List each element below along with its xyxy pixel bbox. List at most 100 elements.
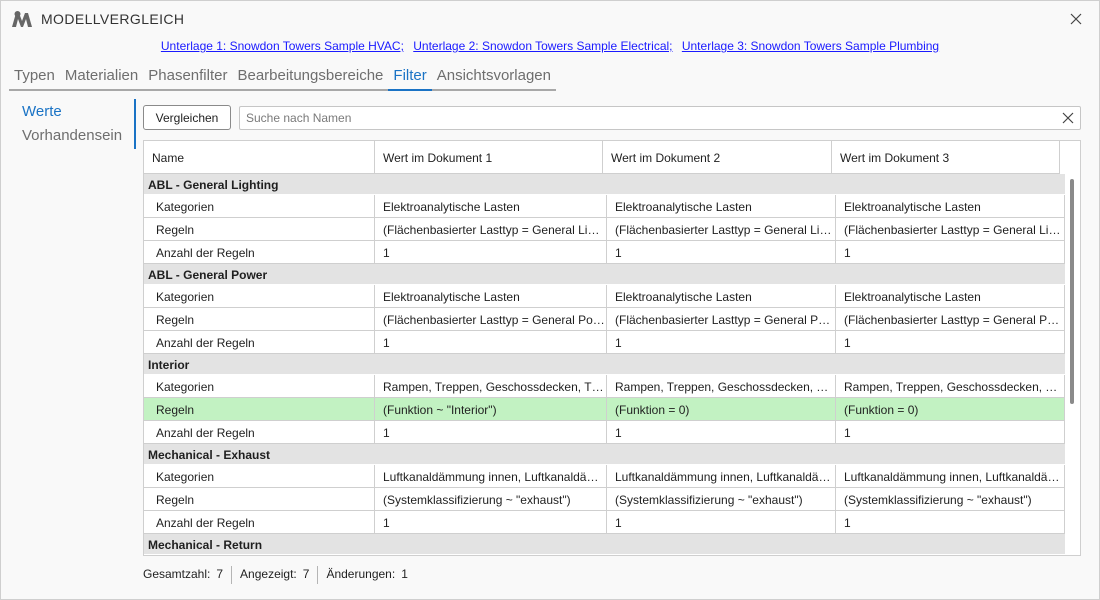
title-bar: MODELLVERGLEICH (1, 1, 1099, 37)
document-link-3[interactable]: Unterlage 3: Snowdon Towers Sample Plumb… (682, 39, 939, 53)
close-button[interactable] (1063, 7, 1089, 31)
value-cell-doc2: Luftkanaldämmung innen, Luftkanaldä… (607, 465, 836, 487)
table-row[interactable]: Kategorien Elektroanalytische Lasten Elekt… (144, 285, 1065, 308)
table-body: ABL - General Lighting Kategorien Elektroa… (144, 174, 1065, 556)
value-cell-doc3: 1 (836, 331, 1065, 353)
search-box (239, 106, 1081, 130)
table-row[interactable]: Anzahl der Regeln 1 1 1 (144, 511, 1065, 534)
row-name-cell: Regeln (144, 488, 375, 510)
value-cell-doc1: Elektroanalytische Lasten (375, 195, 607, 217)
value-cell-doc3: (Flächenbasierter Lasttyp = General Lig… (836, 218, 1065, 240)
value-cell-doc3: Rampen, Treppen, Geschossdecken, Tür… (836, 375, 1065, 397)
status-changes-label: Änderungen: (326, 567, 396, 581)
value-cell-doc3: Luftkanaldämmung innen, Luftkanaldä… (836, 465, 1065, 487)
value-cell-doc3: 1 (836, 421, 1065, 443)
value-cell-doc2: 1 (607, 331, 836, 353)
row-name-cell: Regeln (144, 308, 375, 330)
table-row[interactable]: Anzahl der Regeln 1 1 1 (144, 421, 1065, 444)
value-cell-doc1 (375, 555, 607, 556)
table-row[interactable] (144, 555, 1065, 556)
value-cell-doc2: (Systemklassifizierung ~ "exhaust") (607, 488, 836, 510)
comparison-table: Name Wert im Dokument 1 Wert im Dokument… (143, 140, 1081, 556)
row-name-cell: Kategorien (144, 465, 375, 487)
table-row[interactable]: Regeln (Flächenbasierter Lasttyp = Genera… (144, 308, 1065, 331)
table-row[interactable]: Kategorien Elektroanalytische Lasten Elekt… (144, 195, 1065, 218)
value-cell-doc2: (Funktion = 0) (607, 398, 836, 420)
table-header: Name Wert im Dokument 1 Wert im Dokument… (144, 141, 1060, 174)
model-compare-window: MODELLVERGLEICH Unterlage 1: Snowdon Tow… (0, 0, 1100, 600)
value-cell-doc3: (Systemklassifizierung ~ "exhaust") (836, 488, 1065, 510)
table-row[interactable]: Kategorien Luftkanaldämmung innen, Luftka… (144, 465, 1065, 488)
category-tabs: Typen Materialien Phasenfilter Bearbeitu… (9, 65, 556, 91)
row-name-cell: Kategorien (144, 195, 375, 217)
group-header-row[interactable]: ABL - General Lighting (144, 174, 1065, 195)
value-cell-doc2: Elektroanalytische Lasten (607, 195, 836, 217)
table-row[interactable]: Regeln (Systemklassifizierung ~ "exhaust"… (144, 488, 1065, 511)
status-shown-label: Angezeigt: (240, 567, 297, 581)
column-header-doc1[interactable]: Wert im Dokument 1 (375, 141, 603, 173)
tab-filter[interactable]: Filter (388, 65, 433, 91)
row-name-cell: Anzahl der Regeln (144, 421, 375, 443)
tab-ansichtsvorlagen[interactable]: Ansichtsvorlagen (432, 65, 556, 89)
value-cell-doc1: (Funktion ~ "Interior") (375, 398, 607, 420)
row-name-cell: Anzahl der Regeln (144, 241, 375, 263)
value-cell-doc1: (Flächenbasierter Lasttyp = General Lig… (375, 218, 607, 240)
value-cell-doc3: (Flächenbasierter Lasttyp = General Po… (836, 308, 1065, 330)
tab-typen[interactable]: Typen (9, 65, 60, 89)
value-cell-doc2: (Flächenbasierter Lasttyp = General Po… (607, 308, 836, 330)
value-cell-doc1: (Systemklassifizierung ~ "exhaust") (375, 488, 607, 510)
value-cell-doc1: Elektroanalytische Lasten (375, 285, 607, 307)
search-input[interactable] (240, 107, 1050, 129)
side-nav-divider (134, 99, 136, 149)
column-header-doc2[interactable]: Wert im Dokument 2 (603, 141, 832, 173)
value-cell-doc1: (Flächenbasierter Lasttyp = General Po… (375, 308, 607, 330)
document-links: Unterlage 1: Snowdon Towers Sample HVAC;… (1, 39, 1099, 53)
sidenav-item-werte[interactable]: Werte (9, 99, 137, 123)
value-cell-doc2: Rampen, Treppen, Geschossdecken, Tür… (607, 375, 836, 397)
value-cell-doc2: 1 (607, 511, 836, 533)
sidenav-item-vorhandensein[interactable]: Vorhandensein (9, 123, 137, 147)
value-cell-doc3: 1 (836, 241, 1065, 263)
table-row[interactable]: Regeln (Flächenbasierter Lasttyp = Genera… (144, 218, 1065, 241)
tab-phasenfilter[interactable]: Phasenfilter (143, 65, 232, 89)
value-cell-doc2 (607, 555, 836, 556)
vertical-scrollbar[interactable] (1070, 179, 1074, 404)
table-row[interactable]: Anzahl der Regeln 1 1 1 (144, 241, 1065, 264)
group-header-row[interactable]: ABL - General Power (144, 264, 1065, 285)
table-row[interactable]: Regeln (Funktion ~ "Interior") (Funktion =… (144, 398, 1065, 421)
value-cell-doc3: Elektroanalytische Lasten (836, 285, 1065, 307)
status-changes: Änderungen: 1 (317, 566, 415, 584)
document-link-2[interactable]: Unterlage 2: Snowdon Towers Sample Elect… (413, 39, 672, 53)
column-header-name[interactable]: Name (144, 141, 375, 173)
status-changes-value: 1 (401, 567, 408, 581)
clear-icon (1062, 112, 1074, 124)
side-navigation: Werte Vorhandensein (9, 99, 137, 149)
row-name-cell: Regeln (144, 398, 375, 420)
compare-button[interactable]: Vergleichen (143, 105, 231, 130)
row-name-cell: Anzahl der Regeln (144, 331, 375, 353)
value-cell-doc3: (Funktion = 0) (836, 398, 1065, 420)
row-name-cell: Kategorien (144, 285, 375, 307)
status-total-value: 7 (216, 567, 224, 581)
group-header-row[interactable]: Mechanical - Return (144, 534, 1065, 555)
group-header-row[interactable]: Interior (144, 354, 1065, 375)
value-cell-doc1: 1 (375, 241, 607, 263)
tab-bearbeitungsbereiche[interactable]: Bearbeitungsbereiche (232, 65, 388, 89)
group-header-row[interactable]: Mechanical - Exhaust (144, 444, 1065, 465)
document-link-1[interactable]: Unterlage 1: Snowdon Towers Sample HVAC; (161, 39, 404, 53)
table-row[interactable]: Kategorien Rampen, Treppen, Geschossdecke… (144, 375, 1065, 398)
status-shown-value: 7 (302, 567, 310, 581)
tab-materialien[interactable]: Materialien (60, 65, 143, 89)
value-cell-doc1: 1 (375, 331, 607, 353)
app-title: MODELLVERGLEICH (41, 11, 185, 27)
value-cell-doc2: 1 (607, 241, 836, 263)
status-bar: Gesamtzahl: 7 Angezeigt: 7 Änderungen: 1 (143, 566, 416, 584)
value-cell-doc3 (836, 555, 1065, 556)
value-cell-doc2: Elektroanalytische Lasten (607, 285, 836, 307)
value-cell-doc1: 1 (375, 421, 607, 443)
search-clear-button[interactable] (1060, 110, 1076, 126)
close-icon (1070, 13, 1082, 25)
column-header-doc3[interactable]: Wert im Dokument 3 (832, 141, 1060, 173)
table-row[interactable]: Anzahl der Regeln 1 1 1 (144, 331, 1065, 354)
value-cell-doc1: 1 (375, 511, 607, 533)
